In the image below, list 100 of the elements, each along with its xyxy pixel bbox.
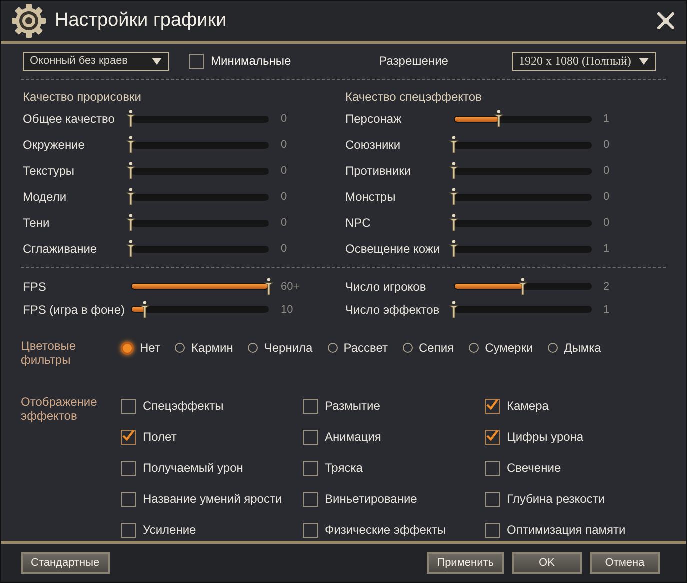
caret-icon — [152, 58, 162, 64]
checkbox-label: Камера — [507, 399, 549, 413]
radio-button[interactable] — [121, 342, 134, 354]
slider-thumb[interactable] — [448, 136, 458, 154]
slider-value: 0 — [281, 191, 288, 203]
checkbox[interactable] — [121, 522, 136, 538]
footer-button[interactable]: Применить — [427, 552, 504, 574]
slider-thumb[interactable] — [126, 240, 136, 258]
slider-value: 0 — [281, 165, 288, 177]
checkbox-label: Глубина резкости — [507, 492, 606, 506]
checkbox[interactable] — [485, 460, 500, 476]
checkbox-label: Полет — [143, 430, 177, 444]
slider-value: 2 — [604, 280, 610, 292]
slider-label: Число эффектов — [346, 302, 441, 316]
slider-value: 1 — [604, 304, 610, 316]
slider-thumb[interactable] — [448, 300, 458, 318]
checkbox[interactable] — [121, 430, 136, 444]
radio-label: Дымка — [564, 341, 602, 355]
checkbox-label: Минимальные — [211, 54, 292, 68]
resolution-label: Разрешение — [379, 54, 448, 68]
checkbox[interactable] — [303, 492, 318, 506]
checkbox-label: Виньетирование — [325, 492, 418, 506]
checkbox-label: Название умений ярости — [143, 492, 282, 506]
caret-icon — [639, 58, 649, 64]
checkbox-label: Тряска — [325, 461, 363, 475]
slider-label: Союзники — [346, 138, 402, 152]
slider-value: 0 — [281, 113, 288, 125]
slider-value: 60+ — [281, 280, 300, 292]
footer-button[interactable]: OK — [512, 552, 582, 574]
footer-button[interactable]: Отмена — [590, 552, 660, 574]
radio-button[interactable] — [469, 343, 480, 353]
checkbox[interactable] — [303, 430, 318, 444]
group-label: Отображение эффектов — [21, 395, 98, 425]
slider-value: 0 — [281, 243, 288, 255]
slider-value: 0 — [604, 191, 610, 203]
window-title: Настройки графики — [55, 10, 228, 32]
slider-thumb[interactable] — [126, 214, 136, 232]
checkbox[interactable] — [303, 522, 318, 538]
radio-label: Сепия — [419, 341, 454, 355]
checkbox-label: Физические эффекты — [325, 523, 446, 537]
slider-thumb[interactable] — [448, 162, 458, 180]
radio-label: Сумерки — [485, 341, 534, 355]
checkbox[interactable] — [485, 522, 500, 538]
slider-value: 0 — [604, 165, 610, 177]
slider-value: 0 — [604, 139, 610, 151]
radio-label: Нет — [140, 341, 160, 355]
slider-thumb[interactable] — [448, 214, 458, 232]
display-mode-dropdown[interactable]: Оконный без краев — [23, 52, 169, 70]
slider-thumb[interactable] — [448, 240, 458, 258]
checkbox-label: Анимация — [325, 430, 382, 444]
checkbox-label: Оптимизация памяти — [507, 523, 626, 537]
slider-value: 0 — [281, 139, 288, 151]
footer-button[interactable]: Стандартные — [21, 552, 110, 574]
slider-value: 0 — [281, 217, 288, 229]
slider-label: Окружение — [23, 138, 86, 152]
slider-label: Персонаж — [346, 112, 403, 126]
radio-button[interactable] — [328, 343, 338, 353]
slider-thumb[interactable] — [126, 188, 136, 206]
slider-thumb[interactable] — [126, 162, 136, 180]
radio-button[interactable] — [548, 343, 558, 353]
section-heading: Качество спецэффектов — [346, 89, 483, 106]
slider-label: Число игроков — [346, 280, 428, 294]
slider-value: 1 — [604, 113, 610, 125]
resolution-dropdown[interactable]: 1920 x 1080 (Полный) — [512, 52, 656, 70]
checkbox[interactable] — [121, 398, 136, 414]
group-label: Цветовые фильтры — [21, 339, 78, 367]
slider-label: Модели — [23, 190, 68, 204]
slider-value: 10 — [281, 304, 294, 316]
slider-label: Противники — [346, 164, 412, 178]
checkbox[interactable] — [121, 492, 136, 506]
slider-value: 0 — [604, 217, 610, 229]
slider-label: Тени — [23, 216, 51, 230]
checkbox[interactable] — [485, 398, 500, 414]
checkbox[interactable] — [303, 398, 318, 414]
radio-label: Чернила — [264, 341, 313, 355]
checkbox[interactable] — [189, 54, 204, 68]
checkbox[interactable] — [485, 492, 500, 506]
checkbox[interactable] — [121, 460, 136, 476]
radio-label: Кармин — [191, 341, 234, 355]
slider-label: NPC — [346, 216, 372, 230]
slider-thumb[interactable] — [126, 110, 136, 128]
slider-thumb[interactable] — [448, 188, 458, 206]
radio-button[interactable] — [175, 343, 186, 353]
checkbox-label: Цифры урона — [507, 430, 584, 444]
radio-button[interactable] — [403, 343, 414, 353]
slider-thumb[interactable] — [494, 110, 504, 128]
checkbox-label: Свечение — [507, 461, 562, 475]
slider-thumb[interactable] — [518, 278, 528, 296]
radio-button[interactable] — [248, 343, 258, 353]
slider-thumb[interactable] — [264, 278, 274, 296]
slider-label: Освещение кожи — [346, 242, 442, 256]
slider-thumb[interactable] — [126, 136, 136, 154]
slider-thumb[interactable] — [140, 300, 150, 318]
slider-value: 1 — [604, 243, 610, 255]
checkbox[interactable] — [485, 430, 500, 444]
checkbox[interactable] — [303, 460, 318, 476]
slider-label: FPS — [23, 280, 48, 294]
checkbox-label: Усиление — [143, 523, 196, 537]
checkbox-label: Размытие — [325, 399, 380, 413]
close-icon[interactable] — [656, 11, 676, 31]
